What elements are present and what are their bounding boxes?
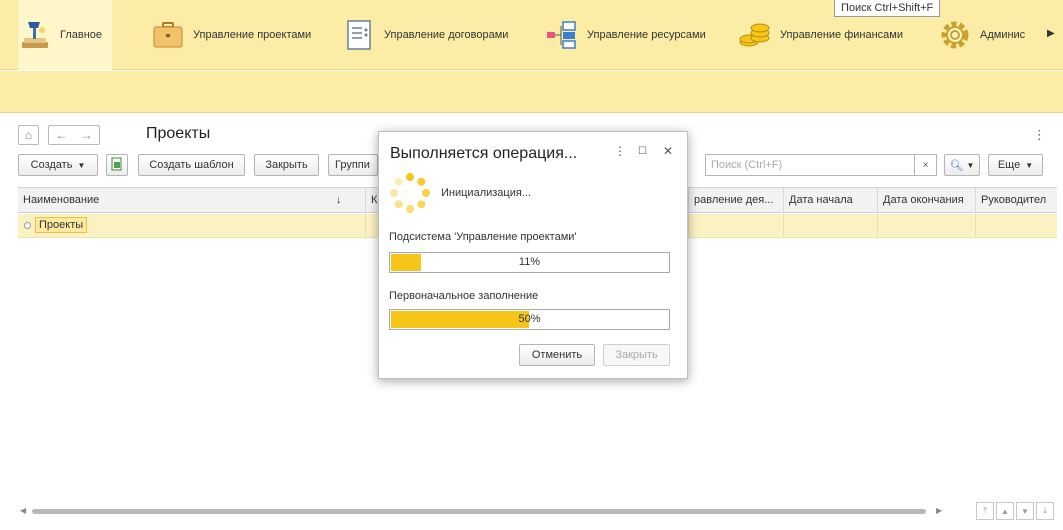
briefcase-icon xyxy=(151,18,185,52)
section-label: Управление проектами xyxy=(193,29,312,41)
history-nav: ← → xyxy=(48,125,100,145)
column-header-manager[interactable]: Руководител xyxy=(976,188,1057,213)
scroll-up-icon[interactable]: ▲ xyxy=(996,502,1014,520)
progress-percent: 50% xyxy=(518,313,541,325)
dropdown-arrow-icon: ▼ xyxy=(77,160,86,170)
group-button[interactable]: Группи xyxy=(328,154,378,176)
search-icon: 🔍︎ xyxy=(949,159,964,172)
resource-tree-icon xyxy=(545,18,579,52)
section-main[interactable]: Главное xyxy=(18,0,113,70)
initial-fill-progress-bar: 50% xyxy=(389,309,670,330)
subsystem-progress-bar: 11% xyxy=(389,252,670,273)
functions-panel xyxy=(0,71,1063,113)
scroll-right-icon[interactable]: ▶ xyxy=(936,506,942,515)
column-label: Наименование xyxy=(23,194,100,206)
sections-panel: Главное Управление проектами Управление … xyxy=(0,0,1063,70)
column-header-end-date[interactable]: Дата окончания xyxy=(878,188,976,213)
section-contracts[interactable]: Управление договорами xyxy=(342,0,508,70)
close-icon[interactable]: ✕ xyxy=(663,144,673,158)
horizontal-scrollbar[interactable]: ◀ ▶ xyxy=(18,505,948,517)
section-resources[interactable]: Управление ресурсами xyxy=(545,0,706,70)
maximize-icon[interactable]: ☐ xyxy=(638,146,647,157)
clear-search-icon[interactable]: × xyxy=(915,154,937,176)
scroll-bottom-icon[interactable]: ⤓ xyxy=(1036,502,1054,520)
home-icon[interactable]: ⌂ xyxy=(18,125,39,145)
cell-divider xyxy=(783,214,784,238)
global-search-hint: Поиск Ctrl+Shift+F xyxy=(834,0,941,17)
column-header-name[interactable]: Наименование ↓ xyxy=(18,188,366,213)
search-button[interactable]: 🔍︎ ▼ xyxy=(944,154,980,176)
cancel-button[interactable]: Отменить xyxy=(519,344,595,366)
section-admin[interactable]: Админис xyxy=(938,0,1038,70)
cell-divider xyxy=(877,214,878,238)
desk-lamp-icon xyxy=(18,18,52,52)
cell-divider xyxy=(365,214,366,238)
contract-document-icon xyxy=(342,18,376,52)
group-marker-icon xyxy=(24,221,31,229)
sort-arrow-icon: ↓ xyxy=(336,194,342,206)
section-label: Управление договорами xyxy=(384,29,509,41)
section-projects[interactable]: Управление проектами xyxy=(151,0,311,70)
forward-arrow-icon[interactable]: → xyxy=(81,128,93,142)
progress-dialog: Выполняется операция... ⋮ ☐ ✕ Инициализа… xyxy=(378,131,688,379)
section-label: Управление финансами xyxy=(780,29,903,41)
dropdown-arrow-icon: ▼ xyxy=(1025,160,1034,170)
more-button[interactable]: Еще ▼ xyxy=(988,154,1043,176)
section-label: Админис xyxy=(980,29,1026,41)
more-label: Еще xyxy=(997,159,1021,171)
column-header-start-date[interactable]: Дата начала xyxy=(784,188,878,213)
row-name-cell: Проекты xyxy=(35,217,88,233)
gear-icon xyxy=(938,18,972,52)
progress-percent: 11% xyxy=(518,256,541,268)
dialog-title: Выполняется операция... xyxy=(390,145,578,162)
coins-icon xyxy=(738,18,772,52)
dropdown-arrow-icon: ▼ xyxy=(966,160,975,170)
task-label: Первоначальное заполнение xyxy=(389,290,539,302)
column-header-direction[interactable]: равление дея... xyxy=(689,188,784,213)
page-title: Проекты xyxy=(146,125,211,142)
scroll-right-icon[interactable]: ▶ xyxy=(1047,28,1055,39)
search-input[interactable]: Поиск (Ctrl+F) xyxy=(705,154,915,176)
cell-divider xyxy=(688,214,689,238)
scroll-down-icon[interactable]: ▼ xyxy=(1016,502,1034,520)
section-label: Управление ресурсами xyxy=(587,29,706,41)
dialog-close-button: Закрыть xyxy=(603,344,670,366)
more-actions-icon[interactable]: ⋮ xyxy=(1033,127,1046,143)
operation-status: Инициализация... xyxy=(441,187,531,199)
create-copy-button[interactable] xyxy=(106,154,128,176)
cell-divider xyxy=(975,214,976,238)
scrollbar-thumb[interactable] xyxy=(32,509,926,514)
create-template-button[interactable]: Создать шаблон xyxy=(138,154,245,176)
dialog-menu-icon[interactable]: ⋮ xyxy=(614,144,626,158)
loading-spinner-icon xyxy=(389,172,431,214)
create-button[interactable]: Создать ▼ xyxy=(18,154,98,176)
scroll-top-icon[interactable]: ⤒ xyxy=(976,502,994,520)
copy-document-icon xyxy=(111,157,123,174)
close-button[interactable]: Закрыть xyxy=(254,154,319,176)
section-label: Главное xyxy=(60,29,103,41)
row-projects-group[interactable]: Проекты xyxy=(24,217,88,233)
task-label: Подсистема 'Управление проектами' xyxy=(389,231,577,243)
back-arrow-icon[interactable]: ← xyxy=(56,128,68,142)
create-label: Создать xyxy=(30,159,73,171)
scroll-left-icon[interactable]: ◀ xyxy=(20,506,26,515)
